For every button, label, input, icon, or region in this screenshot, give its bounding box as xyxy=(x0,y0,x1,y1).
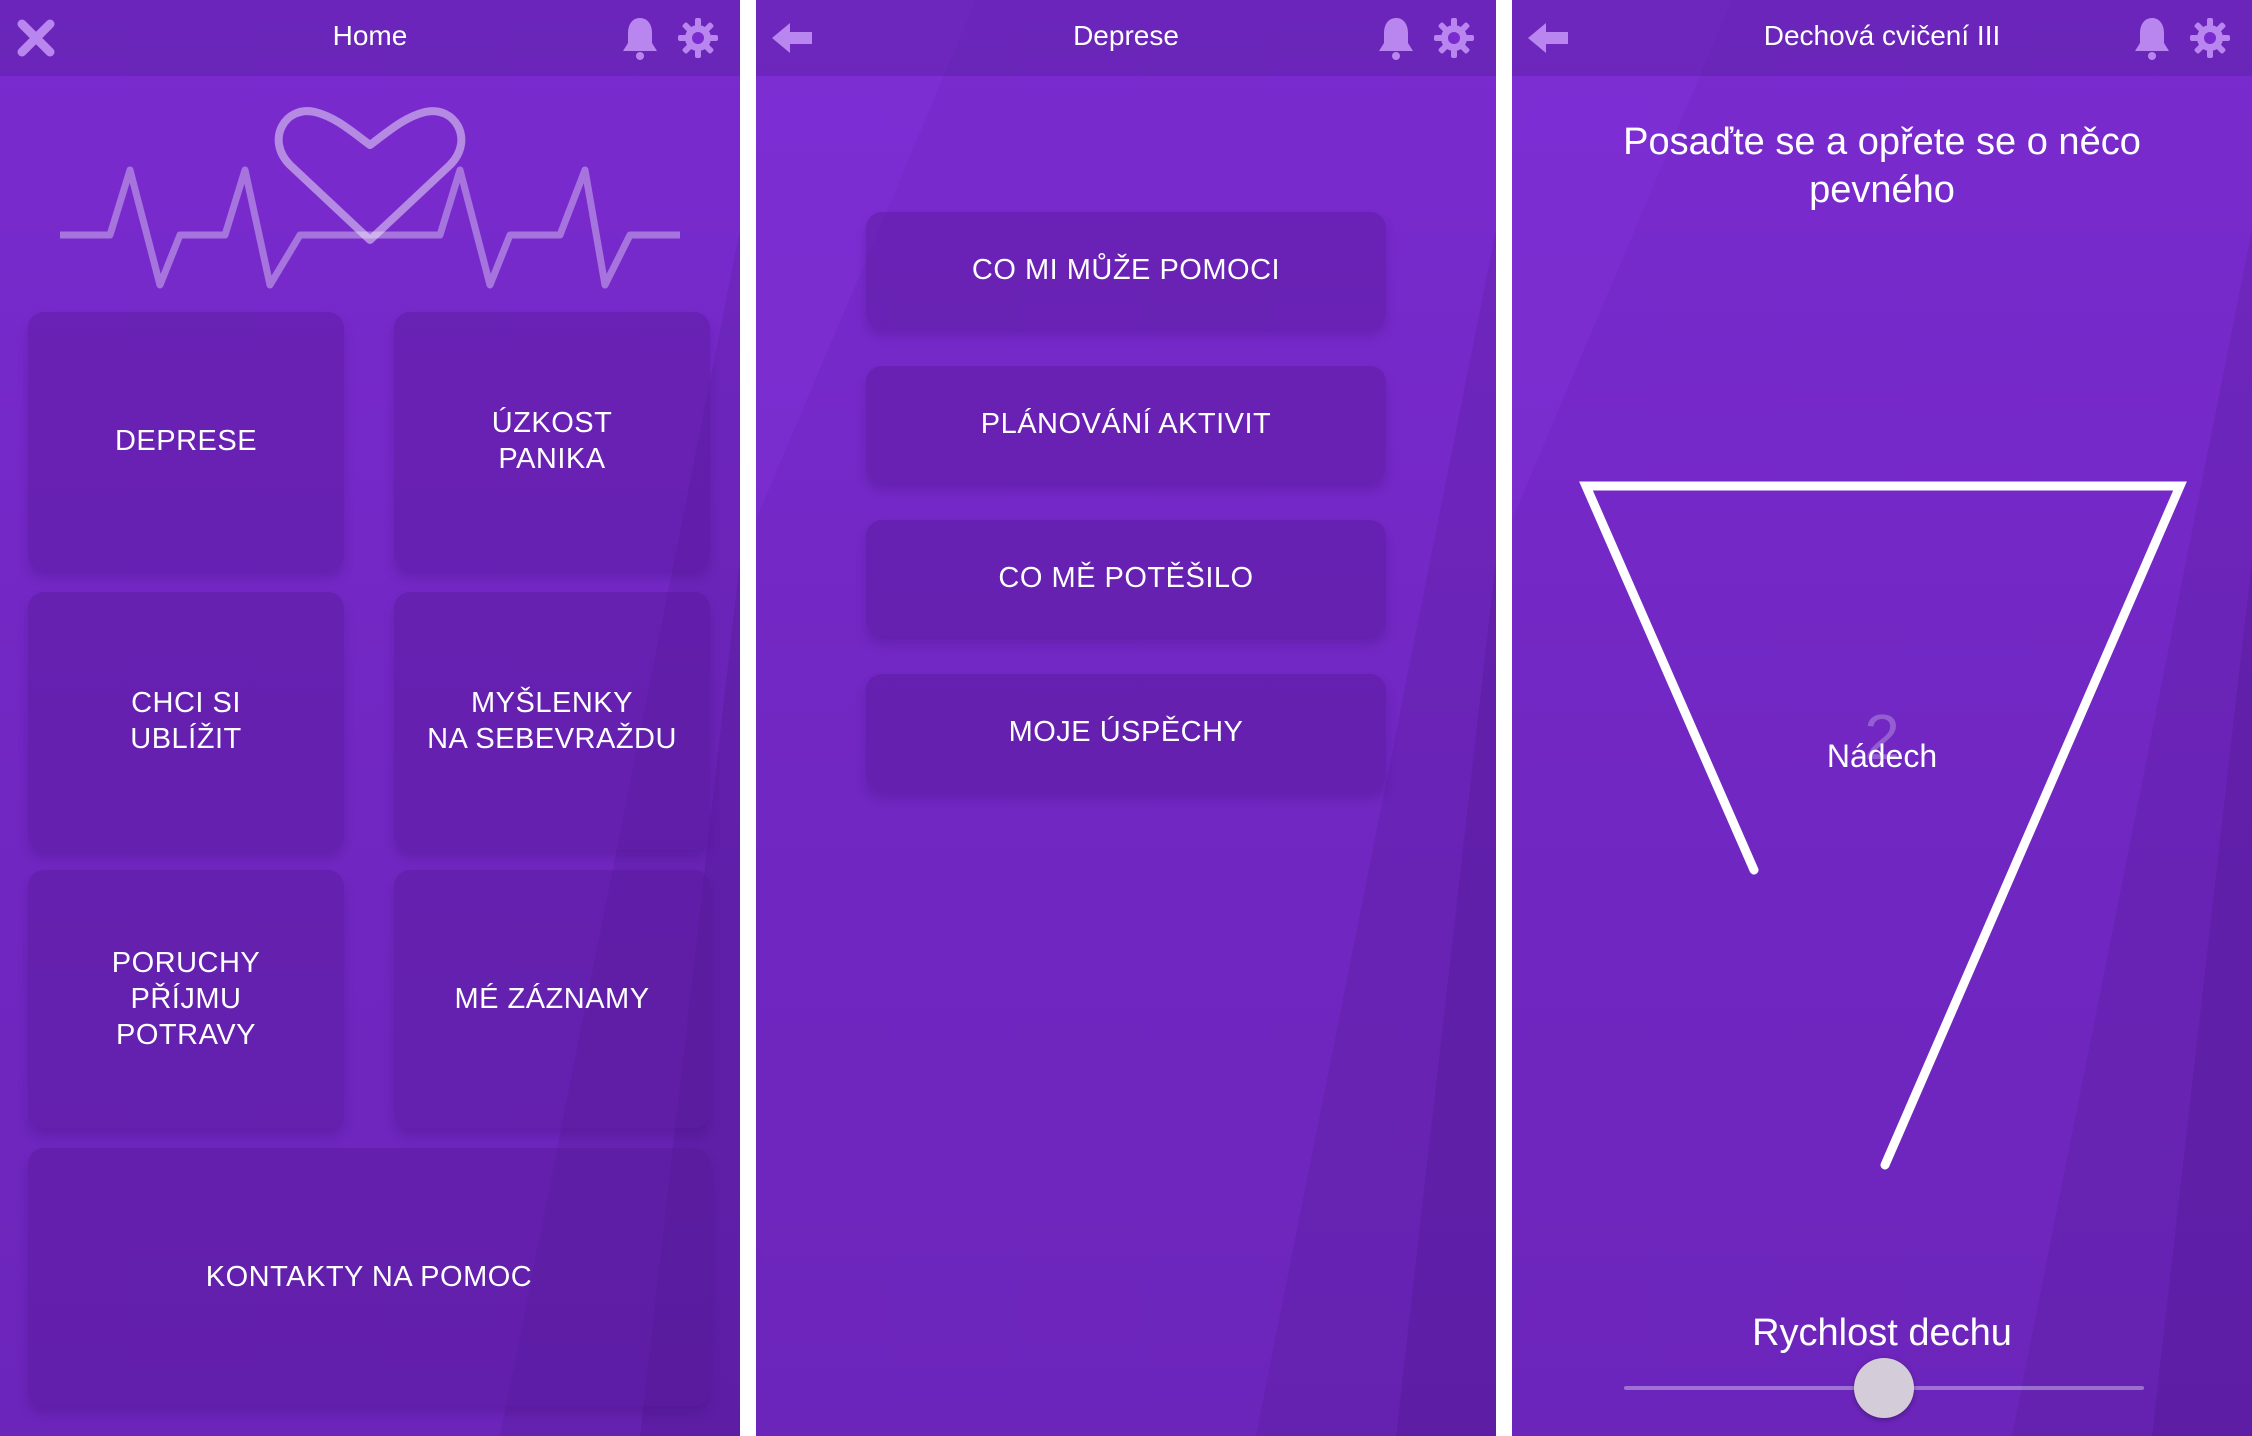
menu-item-co-me-potesilo[interactable]: CO MĚ POTĚŠILO xyxy=(866,520,1386,636)
tile-kontakty-na-pomoc[interactable]: KONTAKTY NA POMOC xyxy=(28,1148,710,1406)
menu-item-label: MOJE ÚSPĚCHY xyxy=(1008,715,1244,748)
tile-label: MÉ ZÁZNAMY xyxy=(454,983,650,1015)
tile-poruchy-prijmu-potravy[interactable]: PORUCHY PŘÍJMU POTRAVY xyxy=(28,870,344,1128)
bell-icon xyxy=(623,18,657,60)
speed-slider-thumb[interactable] xyxy=(1854,1358,1914,1418)
menu-item-label: PLÁNOVÁNÍ AKTIVIT xyxy=(980,407,1272,440)
heartbeat-logo xyxy=(60,107,680,289)
menu-item-co-mi-muze-pomoci[interactable]: CO MI MŮŽE POMOCI xyxy=(866,212,1386,328)
tile-label: PORUCHY PŘÍJMU POTRAVY xyxy=(111,947,261,1051)
navbar: Deprese xyxy=(756,0,1496,76)
tile-deprese[interactable]: DEPRESE xyxy=(28,312,344,570)
tile-label: KONTAKTY NA POMOC xyxy=(205,1261,533,1293)
notifications-button[interactable] xyxy=(612,10,668,66)
breath-phase: Nádech xyxy=(1826,738,1938,774)
bell-icon xyxy=(2135,18,2169,60)
gear-icon xyxy=(2190,18,2230,58)
notifications-button[interactable] xyxy=(2124,10,2180,66)
tile-label: DEPRESE xyxy=(114,425,258,457)
menu-item-label: CO MĚ POTĚŠILO xyxy=(998,561,1254,594)
tile-label: ÚZKOST PANIKA xyxy=(491,407,613,475)
bell-icon xyxy=(1379,18,1413,60)
settings-button[interactable] xyxy=(670,10,726,66)
navbar: Home xyxy=(0,0,740,76)
settings-button[interactable] xyxy=(1426,10,1482,66)
home-screen: Home DEPRESE ÚZKOST PANIKA CHCI SI UBLÍŽ… xyxy=(0,0,740,1436)
tile-label: MYŠLENKY NA SEBEVRAŽDU xyxy=(427,687,677,755)
tile-myslenky-na-sebevrazdu[interactable]: MYŠLENKY NA SEBEVRAŽDU xyxy=(394,592,710,850)
navbar: Dechová cvičení III xyxy=(1512,0,2252,76)
breathing-screen: Dechová cvičení III Posaďte se a opřete … xyxy=(1512,0,2252,1436)
tile-uzkost-panika[interactable]: ÚZKOST PANIKA xyxy=(394,312,710,570)
notifications-button[interactable] xyxy=(1368,10,1424,66)
deprese-screen: Deprese CO MI MŮŽE POMOCI PLÁNOVÁNÍ AKTI… xyxy=(756,0,1496,1436)
menu-item-planovani-aktivit[interactable]: PLÁNOVÁNÍ AKTIVIT xyxy=(866,366,1386,482)
settings-button[interactable] xyxy=(2182,10,2238,66)
speed-label: Rychlost dechu xyxy=(1752,1312,2012,1354)
tile-label: CHCI SI UBLÍŽIT xyxy=(130,687,242,755)
gear-icon xyxy=(1434,18,1474,58)
menu-item-label: CO MI MŮŽE POMOCI xyxy=(971,253,1281,286)
gear-icon xyxy=(678,18,718,58)
menu-item-moje-uspechy[interactable]: MOJE ÚSPĚCHY xyxy=(866,674,1386,790)
tile-chci-si-ublizit[interactable]: CHCI SI UBLÍŽIT xyxy=(28,592,344,850)
tile-me-zaznamy[interactable]: MÉ ZÁZNAMY xyxy=(394,870,710,1128)
